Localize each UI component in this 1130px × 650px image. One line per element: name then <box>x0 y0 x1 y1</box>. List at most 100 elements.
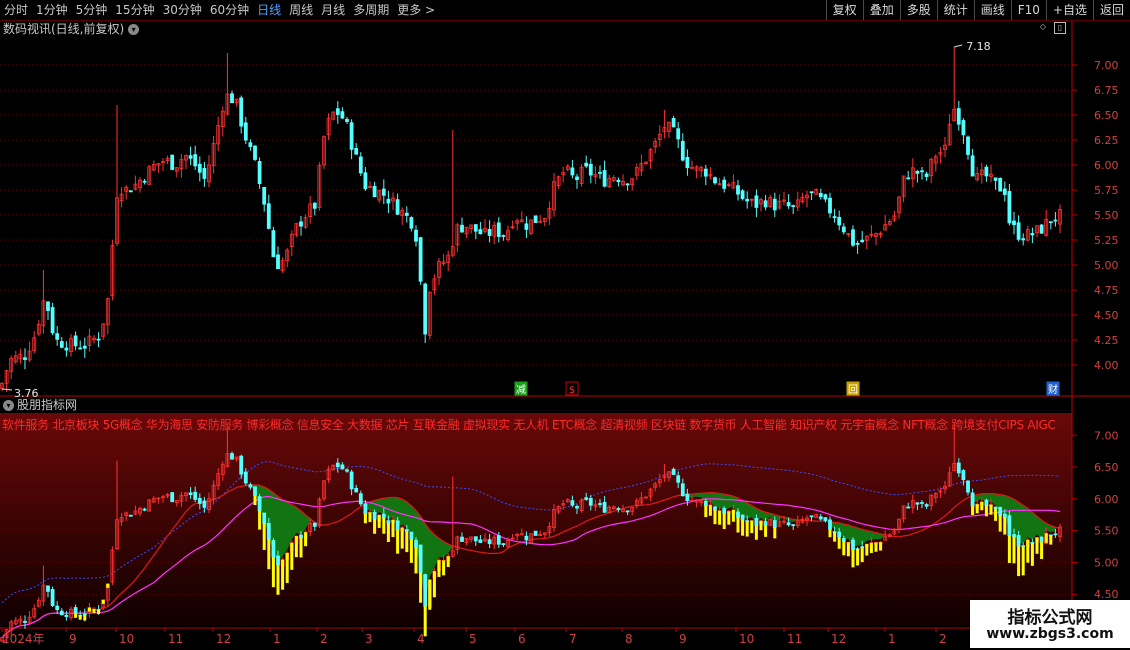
period-tab-2[interactable]: 5分钟 <box>72 0 112 20</box>
tool-button-0[interactable]: 复权 <box>825 0 863 20</box>
candle-body-main-219 <box>1007 191 1012 224</box>
yellow-bar-88 <box>405 530 409 553</box>
candle-body-ind-41 <box>188 492 193 495</box>
candle-body-ind-108 <box>496 535 501 545</box>
candle-body-ind-210 <box>966 480 970 493</box>
yellow-bar-215 <box>989 504 993 515</box>
candle-body-ind-224 <box>1030 541 1035 544</box>
price-tick-top-1: 6.75 <box>1094 84 1119 97</box>
time-label-6: 2 <box>320 632 328 646</box>
time-label-15: 11 <box>787 632 802 646</box>
candle-body-ind-171 <box>786 522 791 526</box>
period-tab-0[interactable]: 分时 <box>0 0 32 20</box>
period-tab-6[interactable]: 日线 <box>253 0 285 20</box>
candle-body-ind-148 <box>680 483 685 497</box>
indicator-dropdown-icon[interactable]: ▾ <box>3 399 14 411</box>
period-tab-1[interactable]: 1分钟 <box>32 0 72 20</box>
candle-body-ind-128 <box>588 498 593 506</box>
candle-body-ind-130 <box>598 503 602 505</box>
yellow-bar-220 <box>1012 536 1016 564</box>
candle-body-main-155 <box>713 177 717 184</box>
tool-button-2[interactable]: 多股 <box>899 0 937 20</box>
candle-body-ind-53 <box>243 471 248 484</box>
tool-button-7[interactable]: 返回 <box>1092 0 1130 20</box>
candle-body-ind-114 <box>524 535 529 541</box>
tool-button-6[interactable]: +自选 <box>1045 0 1093 20</box>
candle-body-main-28 <box>128 190 133 193</box>
candle-body-main-86 <box>395 199 400 215</box>
candle-body-ind-155 <box>713 506 717 511</box>
yellow-bar-190 <box>874 542 878 552</box>
yellow-bar-184 <box>846 542 850 557</box>
candle-body-main-218 <box>1002 188 1007 195</box>
candle-body-main-125 <box>575 176 579 180</box>
candle-body-ind-200 <box>920 502 924 504</box>
candle-body-ind-37 <box>170 492 175 503</box>
yellow-bar-93 <box>428 579 432 610</box>
candle-body-ind-79 <box>363 503 368 515</box>
candle-body-main-222 <box>1021 238 1026 241</box>
candle-body-ind-218 <box>1002 513 1007 518</box>
yellow-bar-214 <box>984 505 988 517</box>
yellow-bar-189 <box>869 542 873 553</box>
yellow-bar-224 <box>1030 543 1034 566</box>
candle-body-ind-43 <box>197 497 202 504</box>
candle-body-main-55 <box>253 145 257 160</box>
price-tick-bot-4: 5.00 <box>1094 556 1119 569</box>
chart-area[interactable]: 7.00 6.75 6.50 6.25 6.00 5.75 5.50 5.25 5.00 4.75… <box>0 0 1130 650</box>
candle-body-main-89 <box>409 217 414 229</box>
tool-button-5[interactable]: F10 <box>1010 0 1046 20</box>
candle-body-main-186 <box>855 242 860 245</box>
candle-body-ind-16 <box>73 607 78 615</box>
candle-body-main-81 <box>372 185 377 198</box>
candle-body-ind-83 <box>381 513 386 519</box>
candle-body-main-5 <box>23 357 27 360</box>
price-tick-bot-3: 5.50 <box>1094 525 1119 538</box>
candle-body-main-13 <box>59 341 64 348</box>
candle-body-ind-160 <box>736 511 740 518</box>
yellow-bar-168 <box>773 527 777 539</box>
candle-body-main-221 <box>1016 222 1021 240</box>
candle-body-ind-211 <box>970 492 975 507</box>
period-tab-8[interactable]: 月线 <box>317 0 349 20</box>
price-tick-top-5: 5.75 <box>1094 184 1119 197</box>
time-label-2: 10 <box>119 632 134 646</box>
period-tab-10[interactable]: 更多 > <box>393 0 439 20</box>
yellow-bar-188 <box>865 544 869 556</box>
period-tab-9[interactable]: 多周期 <box>349 0 393 20</box>
yellow-bar-160 <box>736 517 740 533</box>
candle-body-main-164 <box>754 195 759 208</box>
candle-body-ind-146 <box>671 468 676 476</box>
candle-body-main-147 <box>676 128 681 140</box>
event-marker-0: 减 <box>516 384 526 396</box>
diamond-icon[interactable]: ◇ <box>1038 22 1048 32</box>
tool-button-4[interactable]: 画线 <box>973 0 1011 20</box>
candle-body-main-199 <box>915 170 920 174</box>
tool-button-1[interactable]: 叠加 <box>862 0 900 20</box>
tool-button-3[interactable]: 统计 <box>936 0 974 20</box>
candle-body-main-179 <box>823 194 828 200</box>
title-dropdown-icon[interactable]: ▾ <box>128 23 140 35</box>
candle-body-ind-91 <box>418 544 423 574</box>
period-tab-7[interactable]: 周线 <box>285 0 317 20</box>
candle-body-ind-86 <box>395 520 400 531</box>
candle-body-main-92 <box>423 283 428 335</box>
period-tab-5[interactable]: 60分钟 <box>206 0 253 20</box>
main-panel-header: 数码视讯(日线,前复权) ▾ <box>0 20 140 38</box>
period-tab-3[interactable]: 15分钟 <box>111 0 158 20</box>
yellow-bar-222 <box>1021 546 1025 576</box>
candle-body-ind-44 <box>202 500 207 508</box>
period-tab-4[interactable]: 30分钟 <box>159 0 206 20</box>
yellow-bar-187 <box>860 547 864 563</box>
yellow-bar-226 <box>1040 542 1044 560</box>
candle-body-ind-28 <box>128 514 133 517</box>
candle-body-main-43 <box>197 163 202 173</box>
yellow-bar-164 <box>754 525 758 540</box>
panel-maximize-icon[interactable]: ▯ <box>1054 22 1066 34</box>
time-label-4: 12 <box>216 632 231 646</box>
candle-body-main-106 <box>487 228 492 236</box>
price-tick-top-12: 4.00 <box>1094 359 1119 372</box>
candles-main <box>0 47 1062 393</box>
candle-body-ind-136 <box>625 510 630 513</box>
candle-body-main-130 <box>598 171 602 174</box>
